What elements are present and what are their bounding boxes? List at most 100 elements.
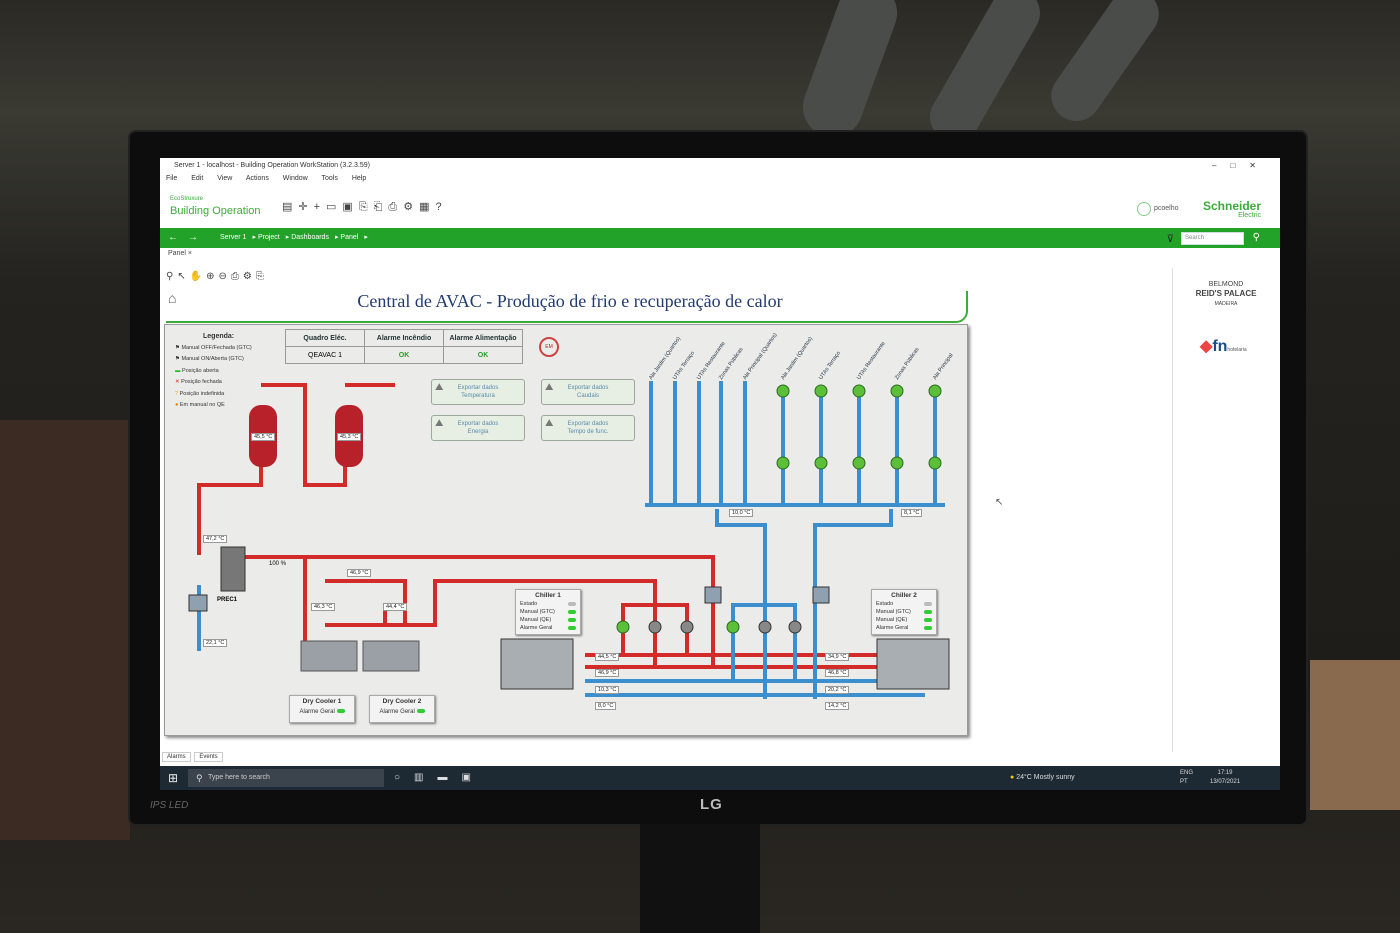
zone-pump-icon	[814, 456, 828, 470]
dry-cooler-2-unit	[362, 640, 420, 672]
taskbar-apps[interactable]: ○▥▬▣	[394, 766, 485, 790]
cold-pump-icon	[726, 620, 740, 634]
dry-cooler-1-status[interactable]: Dry Cooler 1 Alarme Geral	[289, 695, 355, 723]
search-input[interactable]: Search	[1181, 232, 1244, 245]
valve-icon	[812, 586, 830, 604]
breadcrumb-project[interactable]: Project	[258, 234, 280, 241]
prec-label: PREC1	[217, 597, 238, 603]
cold-return-temp: 8,1 °C	[901, 509, 923, 517]
window-controls[interactable]: –□✕	[1212, 158, 1270, 174]
monitor-panel-label: IPS LED	[150, 800, 189, 811]
temp-reading: 22,1 °C	[203, 639, 228, 647]
language-indicator[interactable]: ENG PT	[1180, 769, 1193, 787]
pump-icon	[788, 620, 802, 634]
panel-toolbar[interactable]: ⚲↖✋⊕⊖⎙⚙⎘	[166, 271, 268, 282]
menu-tools[interactable]: Tools	[322, 175, 338, 182]
mouse-cursor-icon: ↖	[995, 497, 1004, 508]
windows-start-icon[interactable]: ⊞	[168, 766, 178, 790]
pump-icon	[648, 620, 662, 634]
zone-pump-icon	[852, 384, 866, 398]
chiller-row: Alarme Geral	[876, 624, 932, 632]
tab-alarms[interactable]: Alarms	[162, 752, 191, 762]
window-title: Server 1 - localhost - Building Operatio…	[174, 162, 370, 169]
dry-cooler-name: Dry Cooler 2	[382, 698, 422, 705]
weather-widget[interactable]: ● 24°C Mostly sunny	[1010, 766, 1075, 790]
temp-reading: 10,3 °C	[595, 686, 620, 694]
zone-pump-icon	[776, 456, 790, 470]
breadcrumb-server[interactable]: Server 1	[220, 234, 246, 241]
monitor-brand: LG	[700, 796, 723, 813]
tab-events[interactable]: Events	[194, 752, 223, 762]
bottom-tabs: Alarms Events	[160, 752, 223, 762]
temp-reading: 8,0 °C	[595, 702, 617, 710]
product-logo: Building Operation	[170, 205, 261, 217]
shelf	[0, 420, 130, 840]
valve-percent: 100 %	[269, 561, 287, 567]
vendor-logo: Schneider Electric	[1203, 200, 1261, 221]
tab-label: Panel	[168, 250, 186, 257]
cardboard-box	[1310, 660, 1400, 810]
search-icon: ⚲	[196, 773, 203, 783]
clock[interactable]: 17:19 13/07/2021	[1210, 769, 1240, 787]
dry-cooler-row: Alarme Geral	[299, 709, 335, 715]
chiller-2-unit	[876, 638, 950, 690]
menu-edit[interactable]: Edit	[191, 175, 203, 182]
dry-cooler-name: Dry Cooler 1	[302, 698, 342, 705]
dry-cooler-row: Alarme Geral	[379, 709, 415, 715]
temp-reading: 46,3 °C	[311, 603, 336, 611]
lang-1: ENG	[1180, 770, 1194, 776]
taskbar-search[interactable]: Type here to search	[188, 769, 384, 787]
pump-icon	[758, 620, 772, 634]
chiller-1-status[interactable]: Chiller 1 Estado Manual (GTC) Manual (QE…	[515, 589, 581, 635]
breadcrumb-panel[interactable]: Panel	[340, 234, 358, 241]
zone-pump-icon	[928, 384, 942, 398]
tank1-temp: 45,5 °C	[251, 433, 276, 441]
temp-reading: 20,2 °C	[825, 686, 850, 694]
lang-2: PT	[1180, 779, 1188, 785]
temp-reading: 44,4 °C	[383, 603, 408, 611]
breadcrumb-dashboards[interactable]: Dashboards	[291, 234, 329, 241]
zone-pump-icon	[928, 456, 942, 470]
main-toolbar[interactable]: ▤✛+▭▣⎘⎗⎙⚙▦?	[282, 200, 448, 214]
chiller-row-label: Manual (QE)	[876, 617, 908, 623]
chiller-2-status[interactable]: Chiller 2 Estado Manual (GTC) Manual (QE…	[871, 589, 937, 635]
dry-cooler-2-status[interactable]: Dry Cooler 2 Alarme Geral	[369, 695, 435, 723]
zone-pump-icon	[890, 456, 904, 470]
nav-arrows-icon[interactable]: ←→	[168, 228, 208, 248]
clock-date: 13/07/2021	[1210, 779, 1241, 785]
menu-view[interactable]: View	[217, 175, 232, 182]
temp-reading: 46,9 °C	[595, 669, 620, 677]
hot-pipe	[225, 555, 715, 665]
clock-time: 17:19	[1217, 770, 1233, 776]
chiller-name: Chiller 2	[891, 592, 917, 599]
chiller-row-label: Alarme Geral	[520, 625, 553, 631]
chiller-row-label: Manual (GTC)	[520, 609, 555, 615]
chiller-row-label: Manual (QE)	[520, 617, 552, 623]
tab-panel[interactable]: Panel ×	[168, 250, 192, 257]
menu-actions[interactable]: Actions	[246, 175, 269, 182]
temp-reading: 46,9 °C	[347, 569, 372, 577]
tank2-temp: 45,3 °C	[337, 433, 362, 441]
search-icon[interactable]: ⚲	[1253, 228, 1260, 248]
zone-pump-icon	[852, 456, 866, 470]
menu-window[interactable]: Window	[283, 175, 308, 182]
chiller-row-label: Estado	[520, 601, 538, 607]
pump-icon	[680, 620, 694, 634]
chiller-row: Manual (QE)	[876, 616, 932, 624]
temp-reading: 47,2 °C	[203, 535, 228, 543]
chiller-row-label: Manual (GTC)	[876, 609, 911, 615]
menu-help[interactable]: Help	[352, 175, 366, 182]
valve-icon	[704, 586, 722, 604]
chiller-row: Estado	[520, 600, 576, 608]
chiller-row-label: Estado	[876, 601, 894, 607]
temp-reading: 46,8 °C	[825, 669, 850, 677]
user-name[interactable]: pcoelho	[1154, 205, 1179, 212]
chiller-name: Chiller 1	[535, 592, 561, 599]
taskbar-search-text: Type here to search	[208, 774, 270, 781]
hotel-brand: BELMOND	[1208, 281, 1244, 288]
chiller-row: Manual (GTC)	[520, 608, 576, 616]
menu-file[interactable]: File	[166, 175, 177, 182]
temp-reading: 14,2 °C	[825, 702, 850, 710]
filter-icon[interactable]: ⊽	[1167, 230, 1174, 250]
taskbar: ⊞ Type here to search ⚲ ○▥▬▣ ● 24°C Most…	[160, 766, 1280, 790]
